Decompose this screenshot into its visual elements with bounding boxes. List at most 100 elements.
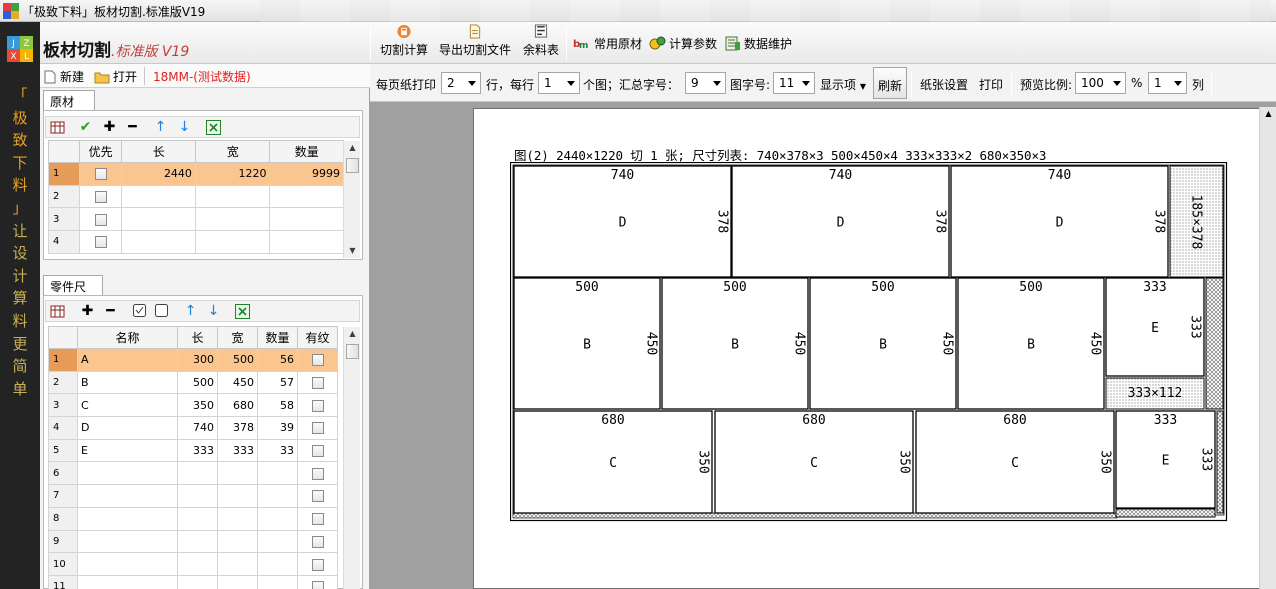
name-cell[interactable]: D	[77, 416, 178, 440]
table-row[interactable]: 8	[48, 506, 338, 531]
name-cell[interactable]	[77, 529, 178, 554]
table-row[interactable]: 4 D 740 378 39	[48, 416, 338, 440]
grain-checkbox[interactable]	[297, 416, 338, 440]
quantity-cell[interactable]	[257, 552, 298, 576]
length-cell[interactable]	[177, 574, 218, 589]
table-row[interactable]: 6	[48, 461, 338, 486]
length-cell[interactable]	[177, 506, 218, 531]
move-down-icon[interactable]: ↓	[177, 120, 192, 135]
calc-params-button[interactable]: 计算参数	[649, 34, 717, 52]
quantity-cell[interactable]	[257, 506, 298, 531]
quantity-cell[interactable]	[257, 574, 298, 589]
preview-scrollbar[interactable]: ▲	[1259, 107, 1276, 589]
table-row[interactable]: 2	[48, 184, 344, 209]
tab-raw-material[interactable]: 原材	[43, 90, 95, 110]
check-icon[interactable]: ✔	[78, 120, 93, 135]
width-cell[interactable]	[217, 552, 258, 576]
grid-columns-icon[interactable]	[50, 304, 65, 319]
width-cell[interactable]	[217, 484, 258, 508]
table-row[interactable]: 2 B 500 450 57	[48, 370, 338, 395]
length-cell[interactable]	[177, 529, 218, 554]
scroll-up-icon[interactable]: ▲	[344, 327, 361, 341]
grid-columns-icon[interactable]	[50, 120, 65, 135]
excel-icon[interactable]	[235, 304, 250, 319]
paper-setup-button[interactable]: 纸张设置	[920, 76, 968, 93]
display-items-dropdown[interactable]: 显示项 ▼	[820, 76, 866, 93]
length-cell[interactable]	[121, 207, 196, 232]
raw-material-scrollbar[interactable]: ▲ ▼	[343, 141, 360, 258]
width-cell[interactable]	[217, 506, 258, 531]
length-cell[interactable]: 300	[177, 348, 218, 372]
priority-checkbox[interactable]	[78, 184, 123, 209]
column-header[interactable]: 数量	[257, 326, 298, 349]
width-cell[interactable]: 1220	[194, 162, 271, 186]
table-row[interactable]: 1 A 300 500 56	[48, 348, 338, 372]
length-cell[interactable]: 350	[177, 393, 218, 418]
quantity-cell[interactable]: 57	[257, 370, 298, 395]
grain-checkbox[interactable]	[297, 461, 338, 486]
table-row[interactable]: 7	[48, 484, 338, 508]
scroll-thumb[interactable]	[346, 158, 359, 173]
table-row[interactable]: 3 C 350 680 58	[48, 393, 338, 418]
table-row[interactable]: 1 2440 1220 9999	[48, 162, 344, 186]
quantity-cell[interactable]	[269, 184, 344, 209]
name-cell[interactable]	[77, 506, 178, 531]
table-row[interactable]: 11	[48, 574, 338, 589]
scroll-up-icon[interactable]: ▲	[344, 141, 361, 155]
remnant-table-button[interactable]: 余料表	[522, 24, 560, 62]
length-cell[interactable]: 500	[177, 370, 218, 395]
move-up-icon[interactable]: ↑	[153, 120, 168, 135]
length-cell[interactable]	[121, 230, 196, 254]
new-button[interactable]: 新建	[43, 68, 84, 85]
quantity-cell[interactable]	[269, 207, 344, 232]
scroll-down-icon[interactable]: ▼	[344, 244, 361, 258]
priority-checkbox[interactable]	[78, 162, 123, 186]
scroll-up-icon[interactable]: ▲	[1260, 107, 1276, 121]
scale-select[interactable]: 100	[1075, 72, 1126, 94]
length-cell[interactable]: 333	[177, 438, 218, 463]
name-cell[interactable]	[77, 461, 178, 486]
column-header[interactable]: 名称	[77, 326, 178, 349]
width-cell[interactable]: 378	[217, 416, 258, 440]
column-header[interactable]: 长	[121, 140, 196, 163]
grain-checkbox[interactable]	[297, 348, 338, 372]
column-header[interactable]: 有纹	[297, 326, 338, 349]
table-row[interactable]: 5 E 333 333 33	[48, 438, 338, 463]
figure-font-select[interactable]: 11	[773, 72, 815, 94]
name-cell[interactable]	[77, 574, 178, 589]
width-cell[interactable]	[194, 207, 271, 232]
name-cell[interactable]	[77, 484, 178, 508]
grain-checkbox[interactable]	[297, 484, 338, 508]
columns-select[interactable]: 1	[1148, 72, 1187, 94]
column-header[interactable]: 优先	[78, 140, 123, 163]
grain-checkbox[interactable]	[297, 370, 338, 395]
column-header[interactable]: 数量	[269, 140, 344, 163]
quantity-cell[interactable]	[257, 461, 298, 486]
name-cell[interactable]: B	[77, 370, 178, 395]
grain-checkbox[interactable]	[297, 529, 338, 554]
tab-parts[interactable]: 零件尺寸	[43, 275, 103, 311]
move-up-icon[interactable]: ↑	[183, 304, 198, 319]
grain-checkbox[interactable]	[297, 574, 338, 589]
width-cell[interactable]	[217, 574, 258, 589]
priority-checkbox[interactable]	[78, 207, 123, 232]
width-cell[interactable]: 450	[217, 370, 258, 395]
name-cell[interactable]: A	[77, 348, 178, 372]
table-row[interactable]: 10	[48, 552, 338, 576]
quantity-cell[interactable]	[257, 529, 298, 554]
print-button[interactable]: 打印	[979, 76, 1003, 93]
uncheck-all-icon[interactable]	[154, 304, 169, 319]
per-row-select[interactable]: 1	[538, 72, 580, 94]
sheets-per-page-select[interactable]: 2	[441, 72, 481, 94]
length-cell[interactable]	[177, 461, 218, 486]
grain-checkbox[interactable]	[297, 438, 338, 463]
width-cell[interactable]	[194, 184, 271, 209]
length-cell[interactable]	[177, 484, 218, 508]
common-material-button[interactable]: bm 常用原材	[573, 34, 642, 52]
add-row-icon[interactable]: ✚	[102, 120, 117, 135]
width-cell[interactable]: 680	[217, 393, 258, 418]
export-cut-file-button[interactable]: 导出切割文件	[438, 24, 512, 62]
length-cell[interactable]: 2440	[121, 162, 196, 186]
data-maintenance-button[interactable]: 数据维护	[725, 34, 792, 52]
column-header[interactable]: 宽	[217, 326, 258, 349]
